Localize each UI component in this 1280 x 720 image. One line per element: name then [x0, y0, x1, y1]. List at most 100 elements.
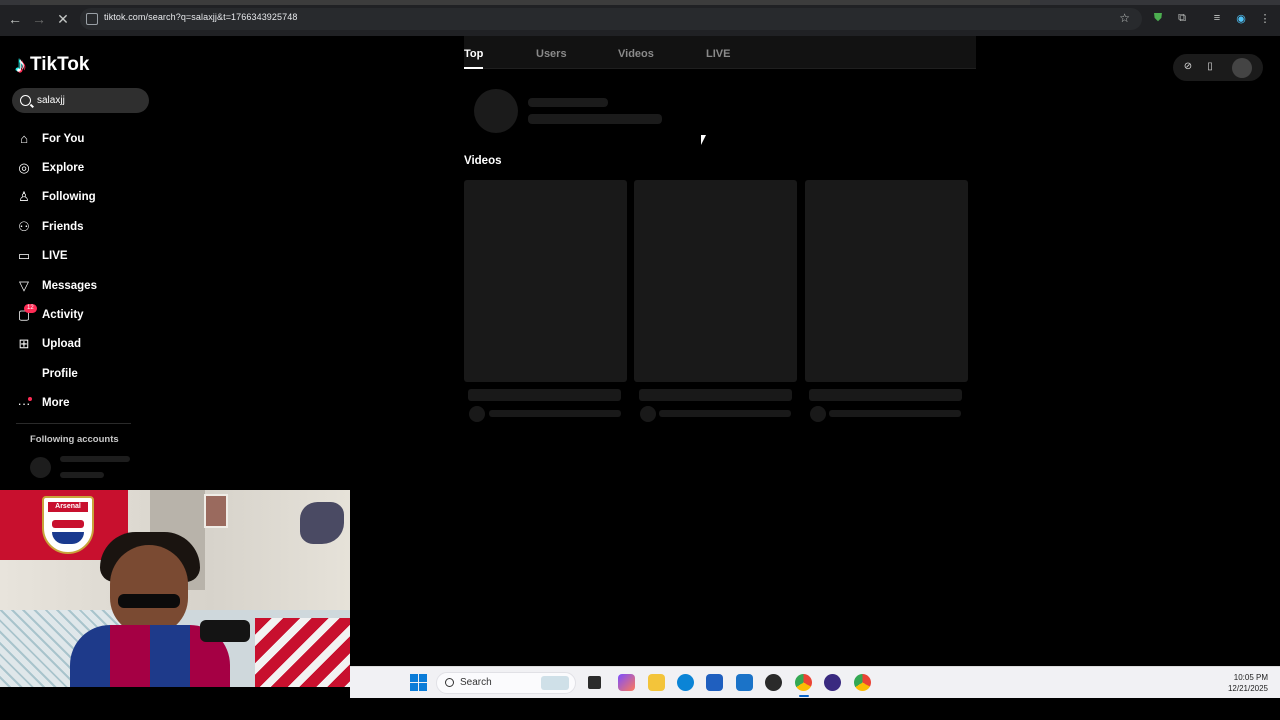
device-icon[interactable]: ▯	[1203, 60, 1217, 74]
sidebar-item-label: Activity	[42, 309, 84, 322]
arsenal-crest-text: Arsenal	[48, 502, 88, 512]
video-author-avatar-skeleton	[469, 406, 485, 422]
profile-icon	[16, 366, 32, 382]
bookmark-star-icon[interactable]: ☆	[1119, 11, 1130, 25]
video-title-skeleton	[468, 389, 621, 401]
tab-videos[interactable]: Videos	[618, 48, 654, 60]
profile-sync-icon[interactable]: ◉	[1233, 10, 1249, 26]
video-title-skeleton	[809, 389, 962, 401]
active-tab[interactable]	[30, 0, 1030, 5]
back-arrow-icon[interactable]: ←	[6, 10, 24, 28]
following-accounts-title: Following accounts	[30, 434, 119, 445]
avatar[interactable]	[1232, 58, 1252, 78]
arsenal-crest: Arsenal	[42, 496, 94, 554]
following-account-name-skeleton	[60, 456, 130, 462]
webcam-figurine	[300, 502, 344, 544]
sidebar-item-for-you[interactable]: ⌂ For You	[16, 124, 156, 153]
tiktok-note-icon: ♪	[15, 52, 26, 77]
sidebar-item-more[interactable]: ··· More	[16, 389, 156, 418]
user-info-skeleton	[528, 114, 662, 124]
sidebar-item-label: More	[42, 397, 70, 410]
site-info-icon[interactable]	[86, 13, 98, 25]
sidebar-divider	[16, 423, 131, 424]
sidebar-item-following[interactable]: ♙ Following	[16, 183, 156, 212]
microphone	[200, 620, 250, 642]
sidebar-item-upload[interactable]: ⊞ Upload	[16, 330, 156, 359]
videos-section-title: Videos	[464, 155, 502, 167]
video-card-skeleton[interactable]	[634, 180, 797, 382]
sidebar-item-friends[interactable]: ⚇ Friends	[16, 212, 156, 241]
sidebar-item-label: Profile	[42, 367, 78, 380]
reload-icon[interactable]: ✕	[54, 10, 72, 28]
search-highlight-image	[541, 676, 569, 690]
search-tabs: Top Users Videos LIVE	[464, 36, 976, 69]
tab-live[interactable]: LIVE	[706, 48, 730, 60]
active-tab-underline	[464, 67, 483, 69]
sidebar-nav: ⌂ For You ◎ Explore ♙ Following ⚇ Friend…	[16, 124, 156, 418]
video-title-skeleton	[639, 389, 792, 401]
webcam-poster	[204, 494, 228, 528]
home-icon: ⌂	[20, 131, 28, 147]
obs-icon[interactable]	[824, 674, 841, 691]
video-card-skeleton[interactable]	[464, 180, 627, 382]
address-bar[interactable]: tiktok.com/search?q=salaxjj&t=1766343925…	[80, 8, 1142, 30]
search-icon[interactable]	[20, 95, 31, 106]
forward-arrow-icon[interactable]: →	[30, 10, 48, 28]
media-control-icon[interactable]: ≡	[1209, 10, 1225, 26]
sidebar-item-activity[interactable]: ▢ 12 Activity	[16, 300, 156, 329]
game-app-icon[interactable]	[765, 674, 782, 691]
following-account-handle-skeleton	[60, 472, 104, 478]
edge-icon[interactable]	[677, 674, 694, 691]
sidebar-item-profile[interactable]: Profile	[16, 359, 156, 388]
activity-badge: 12	[24, 304, 37, 314]
sidebar-item-live[interactable]: ▭ LIVE	[16, 242, 156, 271]
bottom-letterbox	[0, 698, 1280, 720]
shield-extension-icon[interactable]: ⛊	[1150, 10, 1166, 26]
clock-date: 12/21/2025	[1227, 684, 1268, 693]
menu-kebab-icon[interactable]: ⋮	[1257, 10, 1273, 26]
sunglasses	[118, 594, 180, 608]
search-box[interactable]: salaxjj	[12, 88, 149, 113]
taskbar-clock[interactable]: 10:05 PM 12/21/2025	[1228, 672, 1268, 694]
video-meta-skeleton	[659, 410, 791, 417]
top-right-actions: ⊘ ▯	[1173, 54, 1263, 81]
tiktok-logo[interactable]: ♪ TikTok	[15, 52, 89, 78]
compass-icon: ◎	[18, 160, 30, 176]
tab-users[interactable]: Users	[536, 48, 567, 60]
following-icon: ♙	[18, 189, 30, 205]
file-explorer-icon[interactable]	[648, 674, 665, 691]
brand-name: TikTok	[30, 54, 90, 75]
chrome-profile-icon[interactable]	[854, 674, 871, 691]
notification-dot	[28, 396, 32, 401]
video-card-skeleton[interactable]	[805, 180, 968, 382]
extensions-puzzle-icon[interactable]: ⧉	[1174, 10, 1190, 26]
browser-toolbar: ← → ✕ tiktok.com/search?q=salaxjj&t=1766…	[0, 0, 1280, 36]
sidebar-item-label: For You	[42, 132, 85, 145]
tab-top[interactable]: Top	[464, 48, 483, 60]
copilot-icon[interactable]	[618, 674, 635, 691]
url-text[interactable]: tiktok.com/search?q=salaxjj&t=1766343925…	[104, 12, 297, 22]
screen: ← → ✕ tiktok.com/search?q=salaxjj&t=1766…	[0, 0, 1280, 720]
taskbar-search[interactable]: Search	[436, 672, 576, 694]
user-name-skeleton	[528, 98, 608, 107]
user-avatar-skeleton	[474, 89, 518, 133]
outlook-icon[interactable]	[736, 674, 753, 691]
task-view-icon[interactable]	[588, 676, 601, 689]
sidebar-item-label: Messages	[42, 279, 97, 292]
taskbar-search-placeholder[interactable]: Search	[460, 677, 492, 688]
sidebar-item-label: Explore	[42, 162, 85, 175]
search-input[interactable]: salaxjj	[37, 95, 65, 106]
live-tv-icon: ▭	[17, 248, 31, 264]
sidebar-item-explore[interactable]: ◎ Explore	[16, 153, 156, 182]
chrome-icon[interactable]	[795, 674, 812, 691]
following-account-avatar-skeleton	[30, 457, 51, 478]
store-icon[interactable]	[706, 674, 723, 691]
upload-icon: ⊞	[18, 336, 30, 352]
coin-icon[interactable]: ⊘	[1181, 60, 1195, 74]
sidebar-item-messages[interactable]: ▽ Messages	[16, 271, 156, 300]
cannon-emblem	[52, 520, 84, 528]
friends-icon: ⚇	[18, 218, 30, 234]
clock-time: 10:05 PM	[1233, 673, 1268, 682]
windows-start-icon[interactable]	[410, 674, 427, 691]
sidebar-item-label: Friends	[42, 220, 84, 233]
